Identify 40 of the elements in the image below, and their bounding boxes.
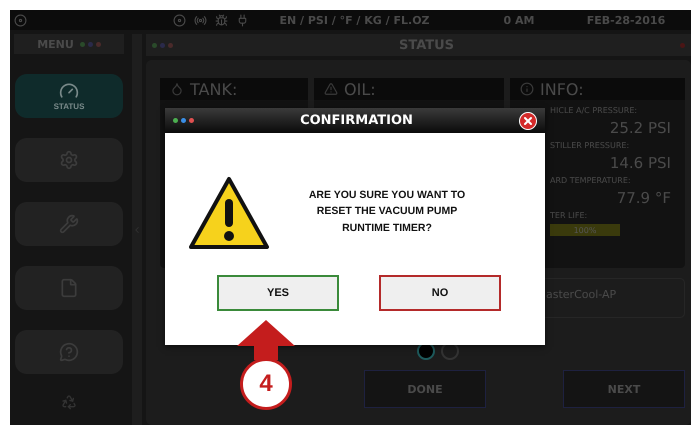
confirm-button[interactable]: YES (217, 275, 339, 311)
info-value: 14.6 PSI (608, 154, 671, 172)
warning-icon (324, 82, 338, 96)
time-text: 0 AM (502, 14, 536, 26)
callout-arrow (237, 320, 295, 360)
signal-icon (194, 14, 207, 26)
close-button[interactable] (519, 112, 537, 130)
meter-text: 100% (574, 226, 596, 234)
gear-icon (59, 150, 79, 170)
dialog-title: CONFIRMATION (299, 113, 414, 128)
question-bubble-icon (59, 342, 79, 362)
wrench-icon (59, 214, 79, 234)
drop-icon (170, 82, 184, 96)
recycle-icon (61, 394, 77, 410)
menu-button[interactable] (15, 202, 123, 246)
card-title: TANK: (190, 80, 238, 98)
close-icon (522, 114, 534, 126)
info-label: STILLER PRESSURE: (550, 141, 630, 150)
plug-icon (236, 14, 249, 26)
info-label: TER LIFE: (550, 211, 588, 220)
menu-button[interactable] (15, 330, 123, 374)
info-icon (520, 82, 534, 96)
bug-icon (215, 14, 228, 26)
confirmation-message: ARE YOU SURE YOU WANT TO RESET THE VACUUM PUMP RUNTIME TIMER? (308, 188, 466, 236)
info-value: 25.2 PSI (608, 119, 671, 137)
card-title: INFO: (540, 80, 584, 98)
info-label: HICLE A/C PRESSURE: (550, 106, 638, 115)
logo-icon (14, 14, 27, 26)
cancel-button[interactable]: NO (379, 275, 501, 311)
menu-button[interactable] (15, 266, 123, 310)
info-value: 77.9 °F (616, 189, 671, 207)
units-text: EN / PSI / °F / KG / FL.OZ (278, 14, 431, 26)
warning-icon (187, 175, 271, 251)
card-title: OIL: (344, 80, 376, 98)
menu-button[interactable] (15, 138, 123, 182)
menu-button[interactable]: STATUS (15, 74, 123, 118)
date-text: FEB-28-2016 (586, 14, 666, 26)
file-icon (59, 278, 79, 298)
info-label: ARD TEMPERATURE: (550, 176, 632, 185)
circle-icon (173, 14, 186, 26)
